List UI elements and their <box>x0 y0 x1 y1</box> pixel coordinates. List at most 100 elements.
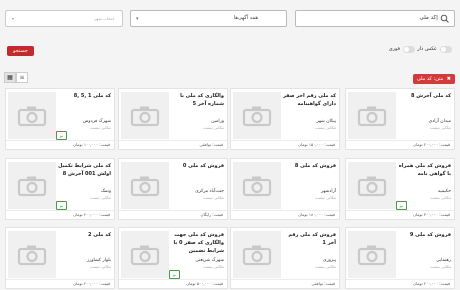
listing-price: قیمت: ۱۵۰,۰۰۰ تومان <box>298 142 335 147</box>
listing-title[interactable]: فروش کد ملی 8 <box>281 162 336 170</box>
listing-footer: قیمت: توافقی <box>119 140 227 149</box>
listing-city: مکانی نیست <box>89 195 111 200</box>
listing-location: پیروزی <box>323 258 336 263</box>
ads-type-value: همه آگهی‌ها <box>233 15 258 21</box>
listing-title[interactable]: کد ملی آخرش 8 <box>396 92 451 100</box>
listing-location: میدان آزادی <box>428 119 451 124</box>
camera-icon <box>357 176 387 196</box>
listing-city: مکانی نیست <box>89 125 111 130</box>
new-badge: نو <box>55 131 67 140</box>
listing-price: قیمت: ۵۰۰,۰۰۰ تومان <box>186 281 223 286</box>
listing-location: رهنمایی <box>436 258 451 263</box>
listing-title[interactable]: فروش کد ملی همراه با گواهی نامه <box>396 162 451 178</box>
chip-label: متن: کد ملی <box>416 76 444 82</box>
listing-location: حکیمیه <box>438 189 451 194</box>
search-button[interactable]: جستجو <box>7 46 34 56</box>
listing-card[interactable]: کد ملی 1 ,5 ,8 شهرک فردوس مکانی نیست نو قیمت… <box>5 88 115 150</box>
listing-card[interactable]: کد ملی شرایط تکمیل اولش 001 آخرش 8 ونمک مک… <box>5 158 115 220</box>
camera-icon <box>17 106 47 126</box>
listing-card[interactable]: فروش کد ملی رقم آخر 1 پیروزی مکانی نیست قیم… <box>230 227 340 289</box>
listing-title[interactable]: کد ملی شرایط تکمیل اولش 001 آخرش 8 <box>56 162 111 178</box>
listing-title[interactable]: فروش کد ملی جهت والگاری کد صفر 0 با شرای… <box>169 231 225 255</box>
list-icon[interactable]: ≡ <box>16 72 28 83</box>
camera-icon <box>17 176 47 196</box>
listing-card[interactable]: والگاری کد ملی با شماره آخر 5 ورامین مکانی… <box>118 88 228 150</box>
camera-placeholder-icon <box>233 231 281 278</box>
city-select[interactable]: انتخاب شهر ▾ <box>5 10 123 27</box>
with-photo-label: عکس دار <box>417 46 437 52</box>
listing-title[interactable]: کد ملی رقم اخر صفر دارای گواهینامه <box>281 92 336 108</box>
search-input[interactable]: کد ملی| <box>295 10 455 27</box>
camera-placeholder-icon <box>8 162 56 209</box>
listing-price: قیمت: ۲۰۰,۰۰۰ تومان <box>73 212 110 217</box>
listing-price: قیمت: ۱۰۰,۰۰۰ تومان <box>73 142 110 147</box>
listing-price: قیمت: ۲۰۰,۰۰۰ تومان <box>413 281 450 286</box>
listing-footer: قیمت: ۲۰۰,۰۰۰ تومان <box>346 279 454 288</box>
listing-footer: قیمت: ۲۰۰,۰۰۰ تومان <box>6 210 114 219</box>
listing-card[interactable]: فروش کد ملی 9 رهنمایی مکانی نیست قیمت: ۲۰۰,… <box>345 227 455 289</box>
grid-icon[interactable]: ▦ <box>4 72 16 83</box>
listing-footer: قیمت: ۱۰۰,۰۰۰ تومان <box>6 140 114 149</box>
with-photo-toggle[interactable] <box>440 45 452 53</box>
listing-city: مکانی نیست <box>202 125 224 130</box>
camera-placeholder-icon <box>121 231 169 278</box>
listing-card[interactable]: فروش کد ملی همراه با گواهی نامه حکیمیه مکا… <box>345 158 455 220</box>
listing-card[interactable]: فروش کد ملی جهت والگاری کد صفر 0 با شرای… <box>118 227 228 289</box>
listing-card[interactable]: کد ملی رقم اخر صفر دارای گواهینامه پیکان … <box>230 88 340 150</box>
listing-city: مکانی نیست <box>429 264 451 269</box>
listing-city: مکانی نیست <box>314 264 336 269</box>
chevron-down-icon: ▾ <box>12 16 15 21</box>
close-icon[interactable]: ✖ <box>447 76 451 82</box>
listing-footer: قیمت: ۲۰۰,۰۰۰ تومان <box>346 140 454 149</box>
listing-title[interactable]: والگاری کد ملی با شماره آخر 5 <box>169 92 224 108</box>
camera-placeholder-icon <box>348 231 396 278</box>
camera-icon <box>242 176 272 196</box>
listing-city: مکانی نیست <box>314 195 336 200</box>
camera-placeholder-icon <box>8 92 56 139</box>
new-badge: نو <box>55 201 67 210</box>
listing-card[interactable]: فروش کد ملی 0 جنت‌آباد مرکزی مکانی نیست قیم… <box>118 158 228 220</box>
urgent-toggle[interactable] <box>403 45 415 53</box>
listing-price: قیمت: ۱۸۰,۰۰۰ تومان <box>298 212 335 217</box>
listing-title[interactable]: کد ملی 1 ,5 ,8 <box>56 92 111 100</box>
camera-icon <box>130 245 160 265</box>
camera-icon <box>130 106 160 126</box>
listing-city: مکانی نیست <box>202 264 224 269</box>
listing-price: قیمت: ۲۰۰,۰۰۰ تومان <box>413 142 450 147</box>
listing-title[interactable]: فروش کد ملی رقم آخر 1 <box>281 231 336 247</box>
listing-city: مکانی نیست <box>429 195 451 200</box>
listing-location: شهرک شریعتی <box>195 258 224 263</box>
listing-card[interactable]: فروش کد ملی 8 آزادشهر مکانی نیست قیمت: ۱۸۰,… <box>230 158 340 220</box>
listing-location: جنت‌آباد مرکزی <box>195 189 224 194</box>
listing-location: بلوار کشاورز <box>87 258 111 263</box>
listing-city: مکانی نیست <box>202 195 224 200</box>
camera-icon <box>130 176 160 196</box>
listing-location: ونمک <box>100 189 111 194</box>
search-value: کد ملی| <box>419 15 438 21</box>
listing-card[interactable]: کد ملی 2 بلوار کشاورز مکانی نیست قیمت: ۲۰۰,… <box>5 227 115 289</box>
camera-placeholder-icon <box>8 231 56 278</box>
listing-price: قیمت: توافقی <box>311 281 335 286</box>
listing-price: قیمت: رایگان <box>200 212 224 217</box>
camera-icon <box>357 106 387 126</box>
listing-title[interactable]: فروش کد ملی 9 <box>396 231 451 239</box>
camera-placeholder-icon <box>121 162 169 209</box>
listing-city: مکانی نیست <box>429 125 451 130</box>
new-badge: نو <box>168 270 180 279</box>
camera-placeholder-icon <box>233 92 281 139</box>
active-filter-chip[interactable]: متن: کد ملی ✖ <box>412 74 455 84</box>
urgent-label: فوری <box>388 46 400 52</box>
listing-card[interactable]: کد ملی آخرش 8 میدان آزادی مکانی نیست قیمت: … <box>345 88 455 150</box>
listing-footer: قیمت: رایگان <box>119 210 227 219</box>
camera-placeholder-icon <box>348 162 396 209</box>
camera-placeholder-icon <box>233 162 281 209</box>
listing-location: آزادشهر <box>320 189 336 194</box>
listing-title[interactable]: فروش کد ملی 0 <box>169 162 224 170</box>
view-toggle[interactable]: ▦ ≡ <box>4 72 29 83</box>
ads-type-select[interactable]: همه آگهی‌ها ▾ <box>130 10 287 27</box>
chevron-down-icon: ▾ <box>136 16 139 22</box>
listing-location: شهرک فردوس <box>82 119 111 124</box>
search-icon <box>440 14 449 23</box>
camera-placeholder-icon <box>121 92 169 139</box>
listing-title[interactable]: کد ملی 2 <box>56 231 111 239</box>
